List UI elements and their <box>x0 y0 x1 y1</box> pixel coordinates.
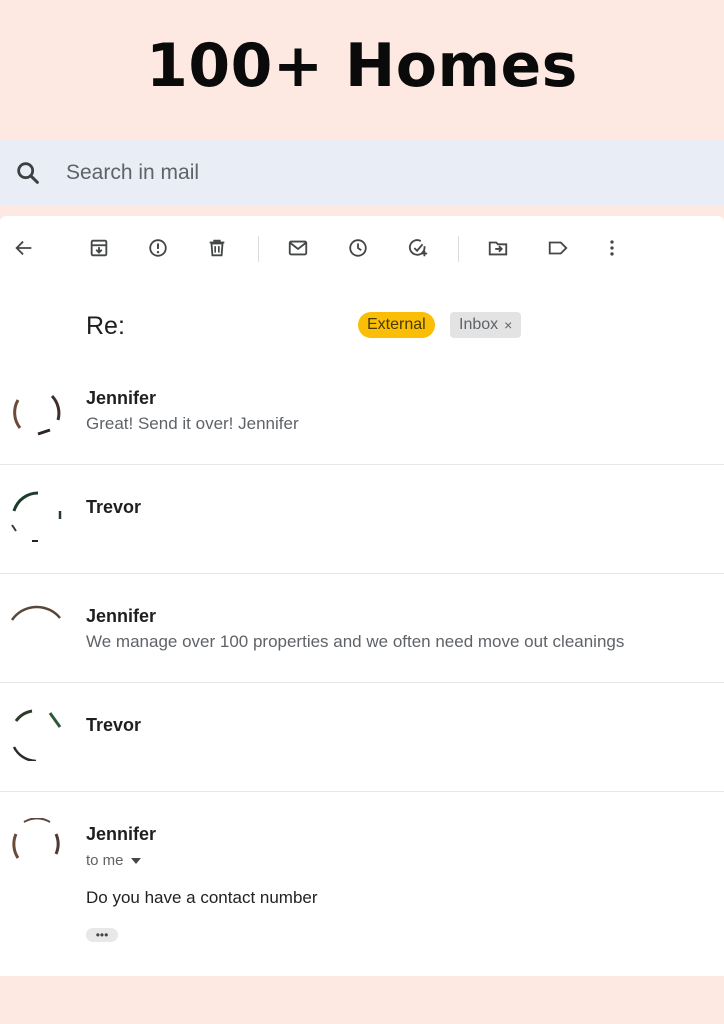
message-item-expanded[interactable]: Jennifer to me Do you have a contact num… <box>0 792 724 975</box>
move-to-icon[interactable] <box>486 236 510 260</box>
sender-name: Trevor <box>86 497 142 517</box>
avatar <box>11 385 61 436</box>
sender-name: Jennifer <box>86 388 157 408</box>
back-arrow-icon[interactable] <box>12 236 36 260</box>
remove-label-icon[interactable]: × <box>504 317 512 333</box>
search-bar[interactable] <box>0 140 724 206</box>
subject-row: Re: External Inbox × <box>0 304 724 350</box>
external-label-text: External <box>367 316 426 333</box>
message-body: Do you have a contact number <box>86 888 318 907</box>
message-item[interactable]: Trevor <box>0 683 724 792</box>
delete-icon[interactable] <box>205 236 229 260</box>
archive-icon[interactable] <box>87 236 111 260</box>
report-spam-icon[interactable] <box>146 236 170 260</box>
add-task-icon[interactable] <box>406 236 430 260</box>
thread-subject: Re: <box>86 312 125 340</box>
toolbar-divider <box>458 236 459 262</box>
search-input[interactable] <box>64 160 568 186</box>
avatar <box>10 601 61 651</box>
search-icon[interactable] <box>14 159 42 187</box>
caret-down-icon[interactable] <box>130 857 142 865</box>
snooze-icon[interactable] <box>346 236 370 260</box>
message-item[interactable]: Trevor <box>0 465 724 574</box>
show-trimmed-button[interactable]: ••• <box>86 928 118 942</box>
mail-panel: Re: External Inbox × Jennifer Great! Sen… <box>0 216 724 976</box>
avatar <box>11 491 62 542</box>
sender-name: Jennifer <box>86 824 157 844</box>
sender-name: Trevor <box>86 715 142 735</box>
message-item[interactable]: Jennifer Great! Send it over! Jennifer <box>0 366 724 465</box>
message-item[interactable]: Jennifer We manage over 100 properties a… <box>0 574 724 683</box>
message-snippet: We manage over 100 properties and we oft… <box>86 632 625 651</box>
inbox-label-chip[interactable]: Inbox × <box>450 312 522 338</box>
inbox-label-text: Inbox <box>459 316 499 333</box>
toolbar-divider <box>258 236 259 262</box>
headline-text: 100+ Homes <box>146 31 578 101</box>
external-label-chip: External <box>358 312 435 338</box>
mark-unread-icon[interactable] <box>286 236 310 260</box>
label-icon[interactable] <box>546 236 570 260</box>
more-vert-icon[interactable] <box>600 236 624 260</box>
sender-name: Jennifer <box>86 606 157 626</box>
headline-banner: 100+ Homes <box>0 0 724 132</box>
recipient-text: to me <box>86 852 124 869</box>
avatar <box>11 818 61 869</box>
toolbar <box>0 216 724 280</box>
avatar <box>11 709 62 761</box>
recipient-line[interactable]: to me <box>86 852 142 869</box>
message-snippet: Great! Send it over! Jennifer <box>86 414 299 433</box>
